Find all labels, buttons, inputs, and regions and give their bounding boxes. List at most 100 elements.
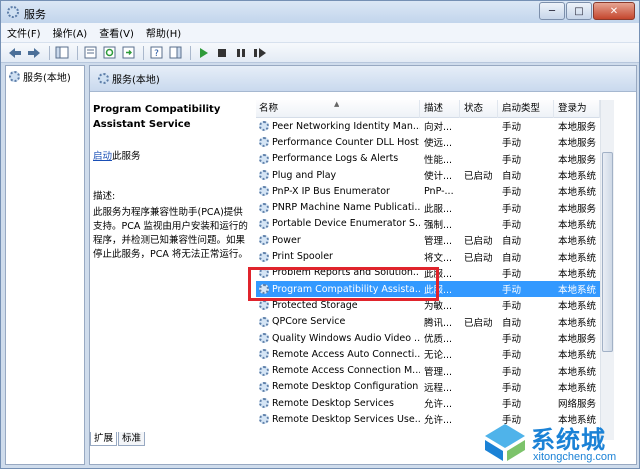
table-row[interactable]: Remote Desktop Configuration 远程... 手动 本地系统 [256,379,600,395]
restart-service-icon[interactable] [252,45,268,61]
pause-service-icon[interactable] [233,45,249,61]
gear-icon [259,251,269,262]
tab-extended[interactable]: 扩展 [90,432,118,446]
table-row[interactable]: Remote Access Connection M... 管理... 手动 本地系统 [256,362,600,378]
service-startup-type: 自动 [502,317,522,329]
start-service-icon[interactable] [195,45,211,61]
table-row[interactable]: Plug and Play 使计... 已启动 自动 本地系统 [256,167,600,183]
service-log-on-as: 本地服务 [558,154,597,166]
table-row[interactable]: Performance Counter DLL Host 使远... 手动 本地服务 [256,134,600,150]
gear-icon [98,73,109,84]
service-status: 已启动 [464,317,493,329]
table-row[interactable]: Performance Logs & Alerts 性能... 手动 本地服务 [256,151,600,167]
vertical-scrollbar[interactable] [600,100,614,440]
service-log-on-as: 本地系统 [558,382,597,394]
service-startup-type: 手动 [502,154,522,166]
table-row[interactable]: Portable Device Enumerator S... 强制... 手动 本地… [256,216,600,232]
service-log-on-as: 本地系统 [558,252,597,264]
export-list-icon[interactable] [120,45,136,61]
service-startup-type: 手动 [502,350,522,362]
service-startup-type: 手动 [502,285,522,297]
service-startup-type: 自动 [502,236,522,248]
table-row[interactable]: Remote Desktop Services 允许... 手动 网络服务 [256,395,600,411]
table-row[interactable]: Peer Networking Identity Man... 向对... 手动 本地… [256,118,600,134]
service-description: 使远... [424,138,453,150]
table-row[interactable]: Print Spooler 将文... 已启动 自动 本地系统 [256,248,600,264]
table-row[interactable]: Power 管理... 已启动 自动 本地系统 [256,232,600,248]
table-row[interactable]: PNRP Machine Name Publicati... 此服... 手动 本地服… [256,199,600,215]
service-name: QPCore Service [272,316,346,328]
watermark-text-en: xitongcheng.com [533,451,617,463]
service-name: Remote Desktop Services [272,397,394,409]
table-row[interactable]: PnP-X IP Bus Enumerator PnP-... 手动 本地系统 [256,183,600,199]
service-startup-type: 手动 [502,138,522,150]
service-startup-type: 手动 [502,334,522,345]
svg-text:?: ? [154,49,159,59]
service-description: PnP-... [424,185,454,197]
watermark-logo-icon [485,424,525,461]
gear-icon [259,333,269,343]
column-header-log-on-as[interactable]: 登录为 [554,100,600,118]
service-log-on-as: 本地系统 [558,219,597,231]
service-name-cell: QPCore Service [256,316,420,327]
gear-icon [259,235,269,246]
service-name-cell: Remote Desktop Services [256,398,420,409]
service-description-panel: Program Compatibility Assistant Service … [93,102,253,262]
scrollbar-thumb[interactable] [602,152,613,352]
service-name: Performance Logs & Alerts [272,153,399,165]
maximize-button[interactable]: □ [566,2,592,20]
title-bar[interactable]: 服务 ─ □ ✕ [1,1,639,23]
gear-icon [259,398,269,409]
table-row[interactable]: Quality Windows Audio Video ... 优质... 手动 本地… [256,330,600,346]
properties-sheet-icon[interactable] [82,45,98,61]
service-name: Performance Counter DLL Host [272,136,419,148]
service-description: 管理... [424,366,453,378]
service-title: Program Compatibility Assistant Service [93,104,221,130]
service-name-cell: Quality Windows Audio Video ... [256,333,420,344]
gear-icon [259,365,269,376]
service-name: Remote Desktop Configuration [272,381,419,393]
help-icon[interactable]: ? [148,45,164,61]
back-arrow-icon[interactable] [7,45,23,61]
service-name: Power [272,234,301,246]
menu-view[interactable]: 查看(V) [99,25,134,40]
forward-arrow-icon[interactable] [26,45,42,61]
service-startup-type: 自动 [502,171,522,183]
service-description: 使计... [424,171,453,183]
start-service-link[interactable]: 启动 [93,151,112,162]
service-name-cell: Print Spooler [256,251,420,262]
console-tree-icon[interactable] [54,45,70,61]
toolbar: ? [1,43,639,63]
stop-service-icon[interactable] [214,45,230,61]
column-header-status[interactable]: 状态 [460,100,498,118]
menu-file[interactable]: 文件(F) [7,25,41,40]
tab-standard[interactable]: 标准 [118,432,146,446]
toolbar-separator [49,45,50,60]
table-row[interactable]: Remote Access Auto Connecti... 无论... 手动 本地系… [256,346,600,362]
service-name: PnP-X IP Bus Enumerator [272,185,390,197]
table-row[interactable]: QPCore Service 腾讯... 已启动 自动 本地系统 [256,314,600,330]
column-header-name[interactable]: 名称 ▲ [256,100,420,118]
service-description: 管理... [424,236,453,248]
service-description: 优质... [424,334,453,345]
menu-help[interactable]: 帮助(H) [146,25,181,40]
column-header-startup-type[interactable]: 启动类型 [498,100,554,118]
column-header-description[interactable]: 描述 [420,100,460,118]
menu-action[interactable]: 操作(A) [53,25,88,40]
service-log-on-as: 本地服务 [558,122,597,134]
services-pane: 服务(本地) Program Compatibility Assistant S… [89,65,637,465]
service-startup-type: 手动 [502,301,522,313]
description-text: 此服务为程序兼容性助手(PCA)提供支持。PCA 监视由用户安装和运行的程序，并… [93,207,248,260]
close-button[interactable]: ✕ [593,2,635,20]
toolbar-separator [77,45,78,60]
service-startup-type: 手动 [502,366,522,378]
refresh-icon[interactable] [101,45,117,61]
toolbar-separator [190,45,191,60]
window-title: 服务 [24,8,46,21]
minimize-button[interactable]: ─ [539,2,565,20]
service-log-on-as: 本地系统 [558,350,597,362]
action-pane-icon[interactable] [167,45,183,61]
service-log-on-as: 本地系统 [558,301,597,313]
tree-item-services-local[interactable]: 服务(本地) [9,69,71,84]
service-name: Portable Device Enumerator S... [272,218,420,230]
